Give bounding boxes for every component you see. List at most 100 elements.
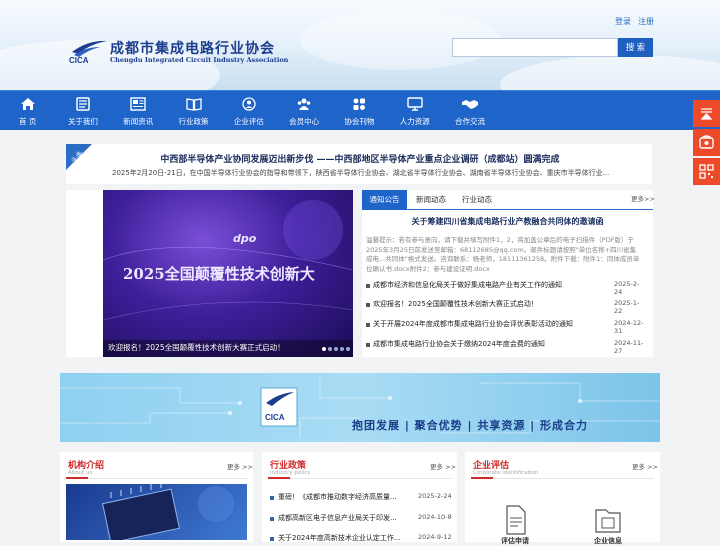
eval-info-label: 企业信息 — [594, 537, 622, 545]
policy-item-date: 2025-2-24 — [418, 492, 452, 500]
news-item-title[interactable]: 关于开展2024年度成都市集成电路行业协会评优表彰活动的通知 — [373, 319, 593, 329]
site-title-english: Chengdu Integrated Circuit Industry Asso… — [110, 56, 289, 64]
side-qrcode-button[interactable] — [693, 158, 720, 185]
main-nav: 首 页 关于我们 新闻资讯 行业政策 企业评估 会员中心 协会刊物 人力资源 合… — [0, 90, 720, 130]
slogan-logo-abbr: CICA — [265, 413, 285, 422]
banner-image[interactable]: dpo 2025全国颠覆性技术创新大 — [103, 190, 353, 357]
card-more-link[interactable]: 更多 >> — [632, 461, 658, 471]
apps-icon — [353, 98, 366, 110]
carousel-dot[interactable] — [322, 347, 326, 351]
eval-apply-button[interactable]: 评估申请 — [495, 504, 535, 545]
nav-item-publications[interactable]: 协会刊物 — [332, 91, 387, 131]
document-icon — [506, 505, 526, 535]
news-list-item[interactable]: 关于开展2024年度成都市集成电路行业协会评优表彰活动的通知 2024-12-3… — [366, 319, 646, 335]
carousel-dot[interactable] — [340, 347, 344, 351]
news-item-title[interactable]: 成都市集成电路行业协会关于缴纳2024年度会费的通知 — [373, 339, 593, 349]
bullet — [270, 517, 274, 521]
nav-item-evaluation[interactable]: 企业评估 — [221, 91, 276, 131]
divider-accent — [268, 477, 290, 479]
group-icon — [297, 98, 311, 110]
register-link[interactable]: 注册 — [638, 16, 654, 27]
carousel-dot[interactable] — [328, 347, 332, 351]
nav-item-hr[interactable]: 人力资源 — [387, 91, 442, 131]
news-list-item[interactable]: 成都市集成电路行业协会关于缴纳2024年度会费的通知 2024-11-27 — [366, 339, 646, 355]
intro-image[interactable] — [66, 484, 247, 540]
cloud-decoration — [500, 55, 720, 90]
site-title[interactable]: 成都市集成电路行业协会 — [110, 38, 275, 58]
policy-list-item[interactable]: 成都高新区电子信息产业局关于印发... 2024-10-8 — [270, 513, 456, 525]
headline-summary: 2025年2月20日-21日，在中国半导体行业协会的指导和带领下，陕西省半导体行… — [112, 169, 610, 177]
tab-industry[interactable]: 行业动态 — [456, 190, 498, 210]
tab-news[interactable]: 新闻动态 — [410, 190, 452, 210]
nav-item-members[interactable]: 会员中心 — [276, 91, 331, 131]
card-more-link[interactable]: 更多 >> — [227, 461, 253, 471]
news-featured-title[interactable]: 关于筹建四川省集成电路行业产教融合共同体的邀请函 — [362, 216, 653, 227]
headline-title[interactable]: 中西部半导体产业协同发展迈出新步伐 ——中西部地区半导体产业重点企业调研（成都站… — [100, 152, 620, 165]
nav-label: 关于我们 — [67, 117, 98, 126]
side-phone-button[interactable] — [693, 129, 720, 156]
card-subtitle: Corporate identification — [473, 470, 539, 476]
newspaper-icon — [130, 97, 146, 111]
news-item-title[interactable]: 欢迎报名！2025全国颠覆性技术创新大赛正式启动！ — [373, 299, 593, 309]
news-more-link[interactable]: 更多>> — [631, 193, 655, 203]
side-collapse-button[interactable] — [693, 100, 720, 127]
book-icon — [185, 98, 202, 111]
document-icon — [76, 97, 90, 111]
news-item-title[interactable]: 成都市经济和信息化局关于做好集成电路产业有关工作的通知 — [373, 280, 593, 290]
handshake-icon — [462, 100, 479, 109]
monitor-icon — [407, 97, 423, 111]
bullet — [270, 496, 274, 500]
policy-list-item[interactable]: 关于2024年度高新技术企业认定工作... 2024-9-12 — [270, 533, 456, 545]
policy-item-date: 2024-10-8 — [418, 513, 452, 521]
policy-list-item[interactable]: 重磅！《成都市推动数字经济高质量... 2025-2-24 — [270, 492, 456, 504]
nav-label: 行业政策 — [178, 117, 209, 126]
qrcode-icon — [699, 164, 714, 179]
policy-item-title[interactable]: 成都高新区电子信息产业局关于印发... — [278, 513, 418, 523]
policy-item-title[interactable]: 重磅！《成都市推动数字经济高质量... — [278, 492, 418, 502]
user-badge-icon — [242, 97, 256, 111]
news-item-date: 2025-2-24 — [614, 280, 640, 296]
collapse-icon — [700, 108, 713, 120]
policy-item-title[interactable]: 关于2024年度高新技术企业认定工作... — [278, 533, 418, 543]
login-link[interactable]: 登录 — [615, 16, 631, 27]
folder-icon — [595, 509, 621, 533]
bullet — [366, 323, 370, 327]
nav-label: 合作交流 — [455, 117, 486, 126]
tab-notices[interactable]: 通知公告 — [362, 190, 407, 210]
nav-item-news[interactable]: 新闻资讯 — [111, 91, 166, 131]
news-list-item[interactable]: 欢迎报名！2025全国颠覆性技术创新大赛正式启动！ 2025-1-22 — [366, 299, 646, 315]
bullet — [366, 284, 370, 288]
bullet — [366, 343, 370, 347]
divider — [471, 478, 654, 479]
cica-logo-icon[interactable]: CICA — [68, 38, 108, 64]
eval-apply-label: 评估申请 — [501, 537, 529, 545]
search-button[interactable]: 搜 索 — [618, 38, 653, 57]
phone-icon — [699, 135, 714, 149]
banner-graphic: dpo 2025全国颠覆性技术创新大 — [103, 200, 353, 321]
nav-label: 人力资源 — [399, 117, 430, 126]
carousel-dot[interactable] — [346, 347, 350, 351]
chip-image-graphic — [102, 484, 234, 540]
banner-caption[interactable]: 欢迎报名！2025全国颠覆性技术创新大赛正式启动！ — [108, 342, 285, 353]
nav-label: 首 页 — [18, 117, 37, 126]
nav-item-policy[interactable]: 行业政策 — [166, 91, 221, 131]
news-list-item[interactable]: 成都市经济和信息化局关于做好集成电路产业有关工作的通知 2025-2-24 — [366, 280, 646, 296]
banner-logo-text: dpo — [233, 232, 257, 245]
search-input[interactable] — [452, 38, 618, 57]
news-featured-summary: 温馨提示：若有参与意向，请下载并填写附件1，2，将加盖公章后的电子扫描件（PDF… — [366, 236, 640, 273]
bullet — [270, 537, 274, 541]
eval-info-button[interactable]: 企业信息 — [588, 504, 628, 545]
nav-label: 新闻资讯 — [123, 117, 154, 126]
carousel-dot[interactable] — [334, 347, 338, 351]
home-icon — [20, 98, 35, 110]
divider-accent — [471, 477, 493, 479]
news-item-date: 2024-12-31 — [614, 319, 644, 335]
news-item-date: 2025-1-22 — [614, 299, 640, 315]
divider — [268, 478, 451, 479]
card-more-link[interactable]: 更多 >> — [430, 461, 456, 471]
nav-item-home[interactable]: 首 页 — [0, 91, 55, 131]
card-subtitle: About us — [68, 470, 93, 476]
logo-abbr: CICA — [69, 56, 89, 64]
nav-item-cooperation[interactable]: 合作交流 — [442, 91, 497, 131]
nav-item-about[interactable]: 关于我们 — [55, 91, 110, 131]
